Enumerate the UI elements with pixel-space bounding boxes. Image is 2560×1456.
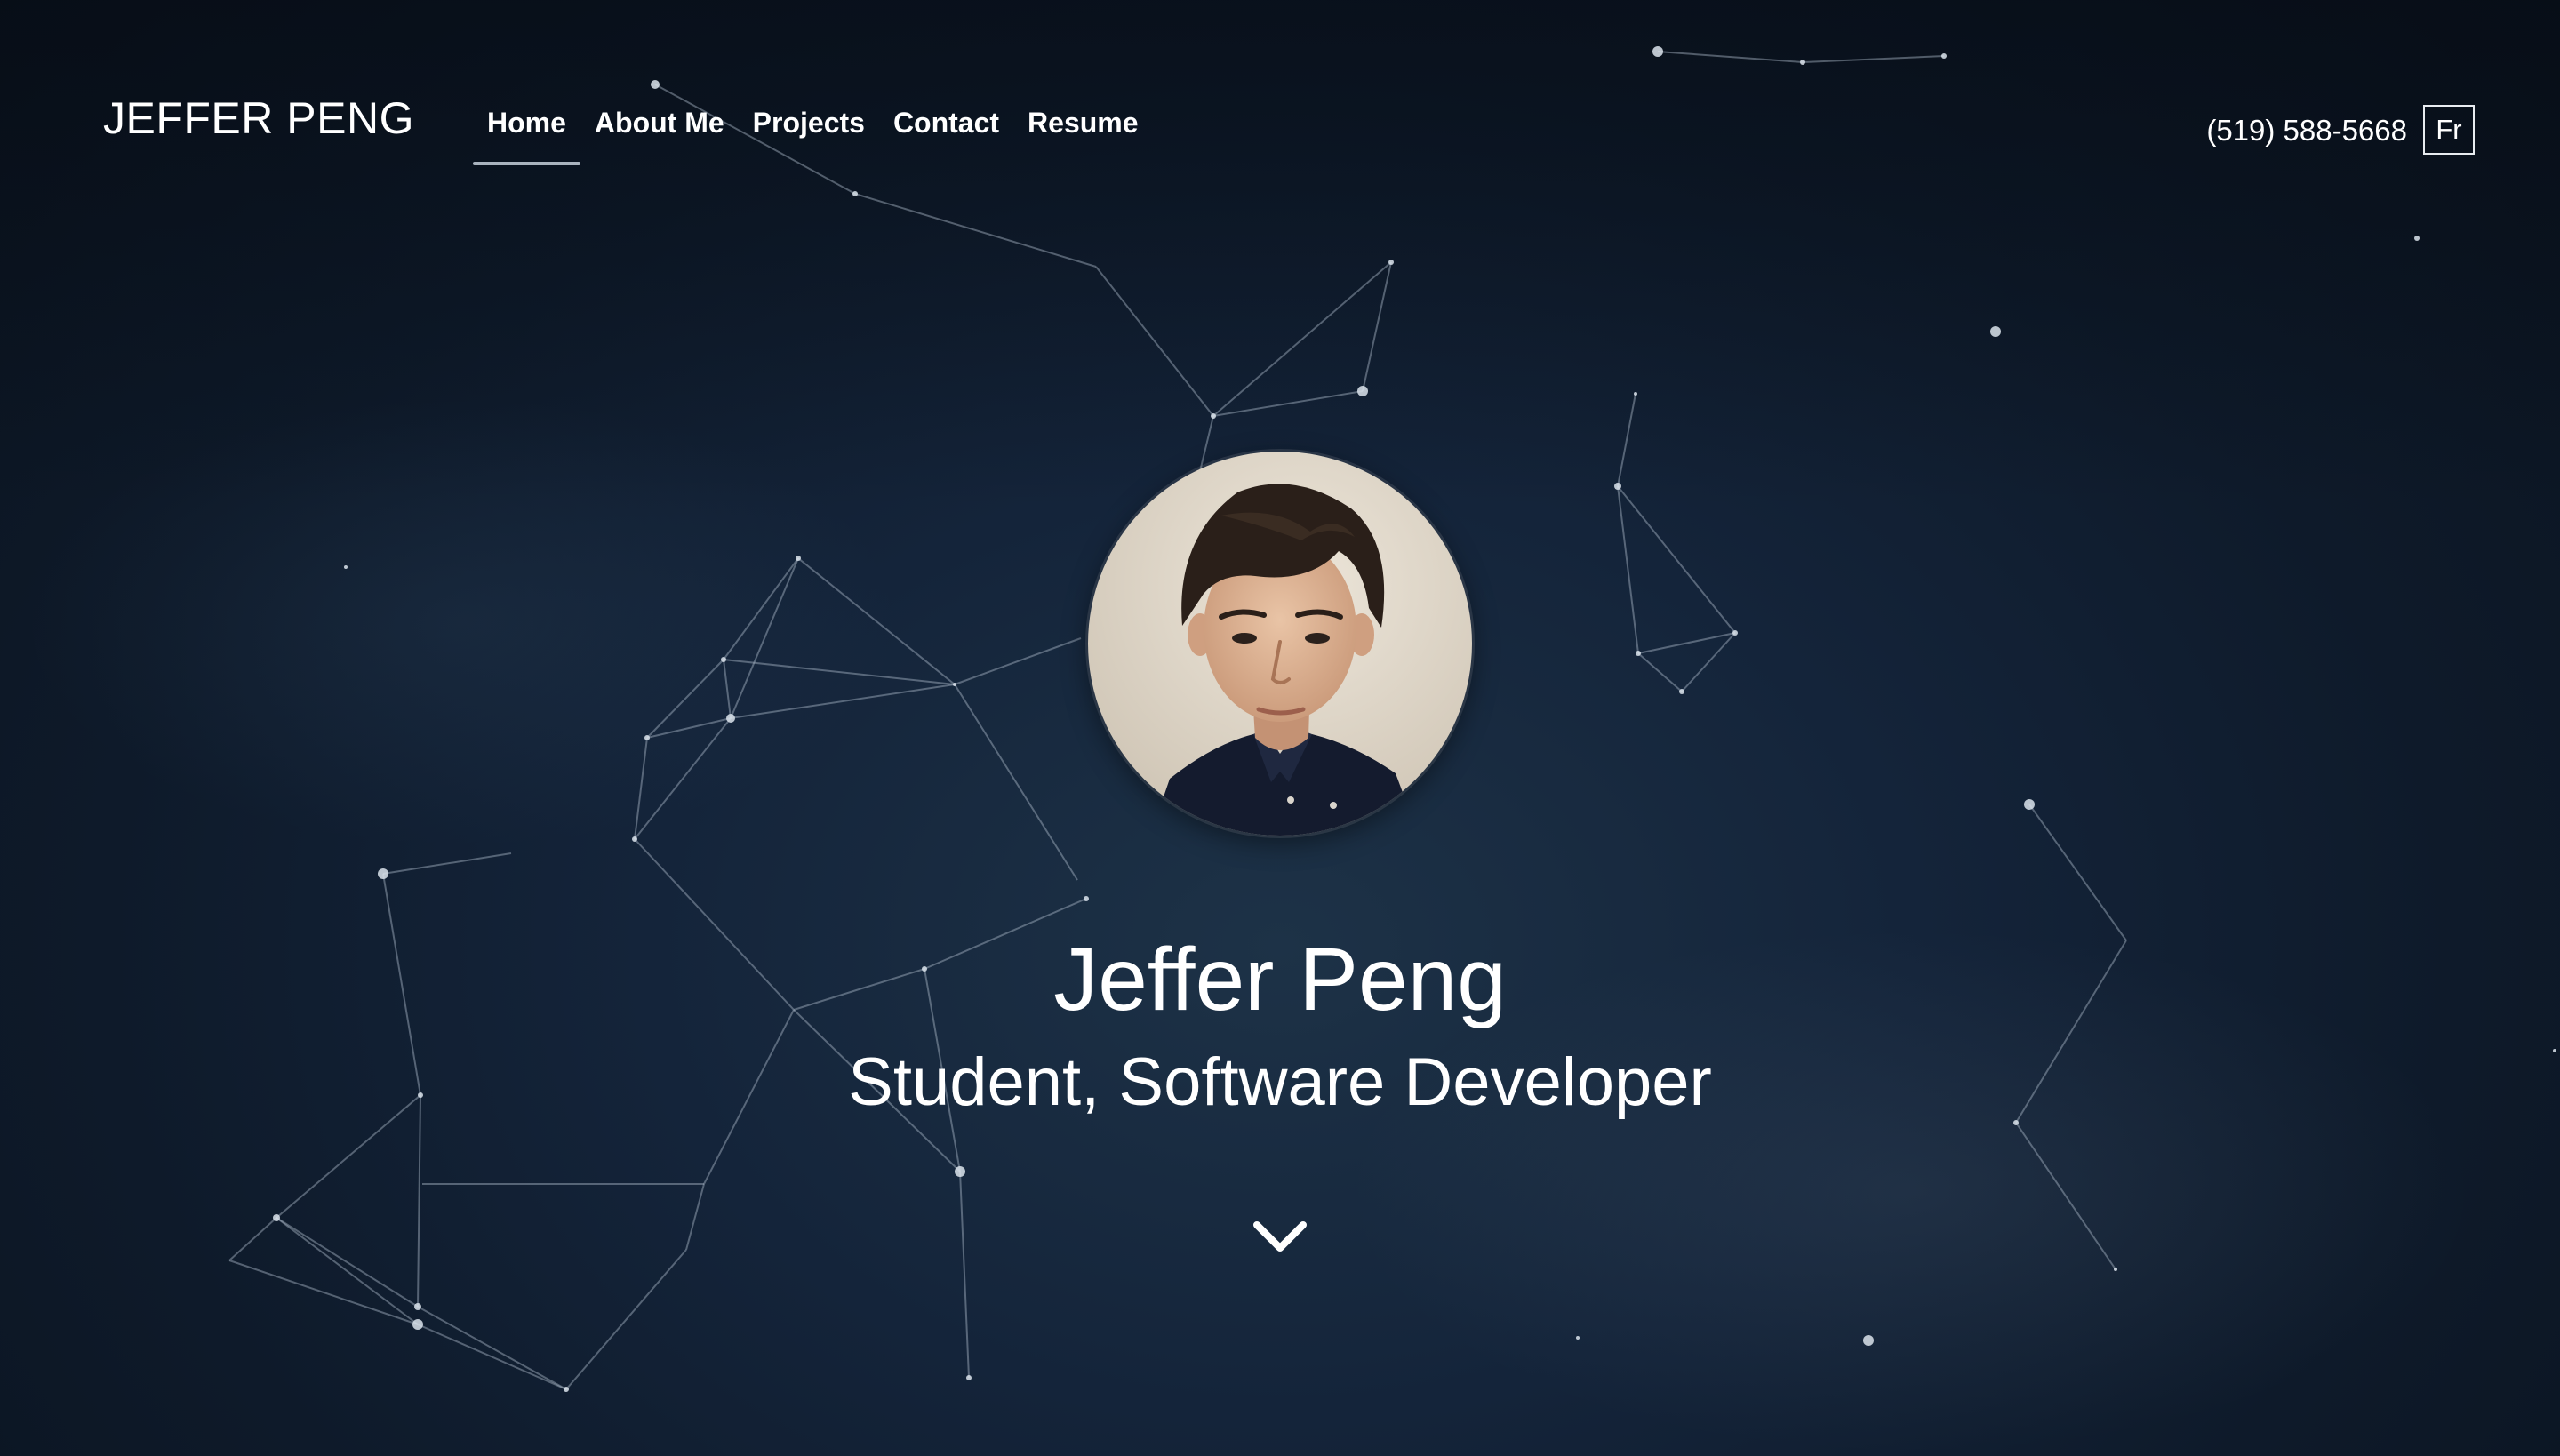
chevron-down-icon [1253,1221,1307,1252]
hero-role: Student, Software Developer [848,1044,1712,1120]
nav-home[interactable]: Home [473,107,580,165]
nav-contact[interactable]: Contact [879,107,1013,140]
nav-about-me[interactable]: About Me [580,107,739,140]
phone-number[interactable]: (519) 588-5668 [2206,114,2407,148]
language-toggle-button[interactable]: Fr [2423,105,2475,155]
site-brand[interactable]: JEFFER PENG [103,92,414,144]
nav-resume[interactable]: Resume [1013,107,1153,140]
profile-photo [1088,452,1472,836]
hero-name: Jeffer Peng [1053,930,1507,1029]
main-nav: Home About Me Projects Contact Resume [473,107,1153,165]
nav-projects[interactable]: Projects [739,107,879,140]
scroll-down-button[interactable] [1252,1218,1308,1257]
profile-avatar [1088,452,1472,836]
